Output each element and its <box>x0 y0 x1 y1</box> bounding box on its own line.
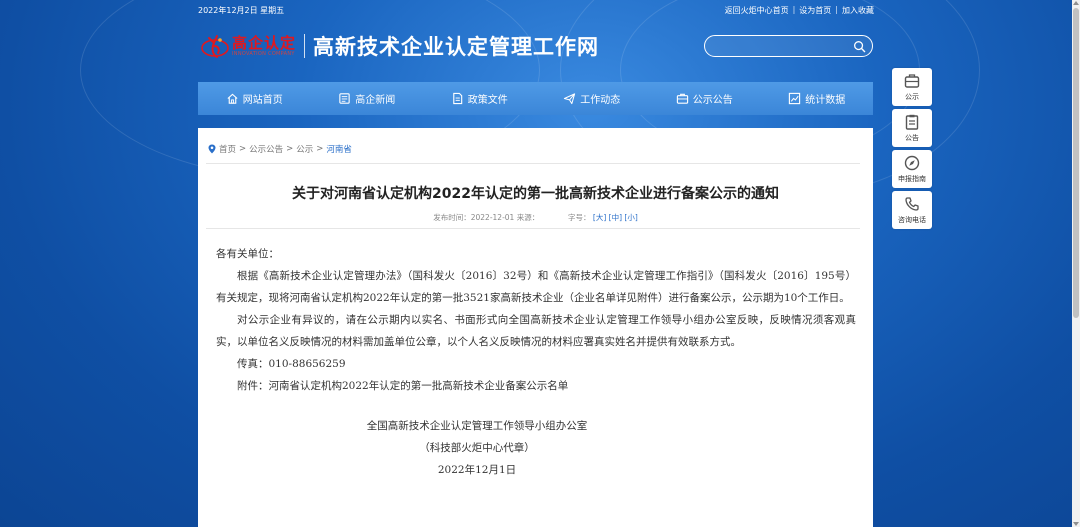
nav-item-label: 政策文件 <box>467 95 508 106</box>
signature-date: 2022年12月1日 <box>437 464 517 476</box>
side-quick-links: 公示 公告 申报指南 咨询电话 <box>892 68 932 232</box>
link-separator: | <box>835 5 838 14</box>
nav-item-work[interactable]: 工作动态 <box>536 82 649 115</box>
compass-icon <box>904 155 920 171</box>
scroll-up-arrow-icon[interactable] <box>1073 1 1079 5</box>
page-scrollbar[interactable] <box>1072 0 1080 527</box>
side-item-label: 咨询电话 <box>898 216 926 224</box>
top-bar: 2022年12月2日 星期五 返回火炬中心首页 | 设为首页 | 加入收藏 <box>198 5 874 19</box>
breadcrumb-notices[interactable]: 公示公告 <box>249 143 283 155</box>
nav-item-news[interactable]: 高企新闻 <box>311 82 424 115</box>
article-meta: 发布时间：2022-12-01 来源： 字号： [大] [中] [小] <box>198 212 873 223</box>
phone-icon <box>905 197 919 211</box>
nav-item-notice[interactable]: 公示公告 <box>648 82 761 115</box>
top-links: 返回火炬中心首页 | 设为首页 | 加入收藏 <box>725 5 874 16</box>
side-item-label: 申报指南 <box>898 175 926 183</box>
article-title: 关于对河南省认定机构2022年认定的第一批高新技术企业进行备案公示的通知 <box>292 186 779 202</box>
divider <box>206 163 860 164</box>
breadcrumb-separator: > <box>316 144 324 154</box>
link-set-homepage[interactable]: 设为首页 <box>799 5 831 16</box>
breadcrumb: 首页 > 公示公告 > 公示 > 河南省 <box>208 143 352 155</box>
site-title: 高新技术企业认定管理工作网 <box>313 34 600 59</box>
news-icon <box>339 93 350 104</box>
scroll-down-arrow-icon[interactable] <box>1073 522 1079 526</box>
search-input[interactable] <box>715 39 850 53</box>
link-torch-home[interactable]: 返回火炬中心首页 <box>725 5 789 16</box>
link-separator: | <box>792 5 796 14</box>
paragraph: 对公示企业有异议的，请在公示期内以实名、书面形式向全国高新技术企业认定管理工作领… <box>216 314 856 348</box>
nav-item-label: 工作动态 <box>580 95 621 106</box>
current-date: 2022年12月2日 星期五 <box>198 6 285 15</box>
nav-item-label: 公示公告 <box>692 95 733 106</box>
breadcrumb-publicity[interactable]: 公示 <box>296 143 313 155</box>
signature-sub: （科技部火炬中心代章） <box>419 442 535 454</box>
location-pin-icon <box>208 144 216 154</box>
search-box <box>704 35 873 57</box>
breadcrumb-separator: > <box>239 144 247 154</box>
divider <box>206 228 860 229</box>
document-icon <box>452 92 462 105</box>
nav-item-label: 统计数据 <box>805 95 846 106</box>
side-item-publicity[interactable]: 公示 <box>892 68 932 106</box>
side-item-announcement[interactable]: 公告 <box>892 109 932 147</box>
paper-plane-icon <box>564 93 576 105</box>
article-panel: 首页 > 公示公告 > 公示 > 河南省 关于对河南省认定机构2022年认定的第… <box>198 128 873 527</box>
search-icon[interactable] <box>853 40 866 53</box>
font-size-large[interactable]: [大] <box>593 213 606 222</box>
nav-item-label: 网站首页 <box>242 95 283 106</box>
chart-icon <box>789 92 801 105</box>
scroll-thumb[interactable] <box>1073 8 1079 318</box>
salutation: 各有关单位： <box>216 248 279 260</box>
main-nav: 网站首页 高企新闻 政策文件 工作动态 公示公告 统计数据 <box>198 82 873 115</box>
nav-item-stats[interactable]: 统计数据 <box>761 82 874 115</box>
side-item-label: 公示 <box>905 93 919 101</box>
side-item-guide[interactable]: 申报指南 <box>892 150 932 188</box>
signature-org: 全国高新技术企业认定管理工作领导小组办公室 <box>366 420 588 432</box>
logo-mark-icon <box>200 31 230 61</box>
logo-brand: 高企认定 INNOVATION COMPANY <box>232 35 296 58</box>
clipboard-icon <box>905 114 919 130</box>
nav-item-label: 高企新闻 <box>355 95 396 106</box>
site-logo[interactable]: 高企认定 INNOVATION COMPANY 高新技术企业认定管理工作网 <box>200 28 599 64</box>
publish-info: 发布时间：2022-12-01 来源： <box>433 213 540 222</box>
breadcrumb-current[interactable]: 河南省 <box>326 143 352 155</box>
font-size-small[interactable]: [小] <box>624 213 637 222</box>
logo-brand-cn: 高企认定 <box>232 33 297 52</box>
attachment-link[interactable]: 附件：河南省认定机构2022年认定的第一批高新技术企业备案公示名单 <box>216 375 856 397</box>
link-add-favorite[interactable]: 加入收藏 <box>842 5 874 16</box>
paragraph: 根据《高新技术企业认定管理办法》（国科发火〔2016〕32号）和《高新技术企业认… <box>216 270 856 304</box>
fax-line: 传真：010-88656259 <box>237 358 346 370</box>
font-size-label: 字号： <box>568 213 591 222</box>
nav-item-policy[interactable]: 政策文件 <box>423 82 536 115</box>
breadcrumb-separator: > <box>286 144 294 154</box>
breadcrumb-home[interactable]: 首页 <box>219 143 236 155</box>
article-body: 各有关单位： 根据《高新技术企业认定管理办法》（国科发火〔2016〕32号）和《… <box>216 243 856 481</box>
briefcase-icon <box>904 74 920 88</box>
font-size-medium[interactable]: [中] <box>609 213 622 222</box>
logo-brand-en: INNOVATION COMPANY <box>232 50 295 57</box>
notice-icon <box>676 93 688 104</box>
side-item-phone[interactable]: 咨询电话 <box>892 191 932 229</box>
logo-divider <box>304 34 306 58</box>
nav-item-home[interactable]: 网站首页 <box>198 82 311 115</box>
side-item-label: 公告 <box>905 134 919 142</box>
home-icon <box>227 93 238 104</box>
